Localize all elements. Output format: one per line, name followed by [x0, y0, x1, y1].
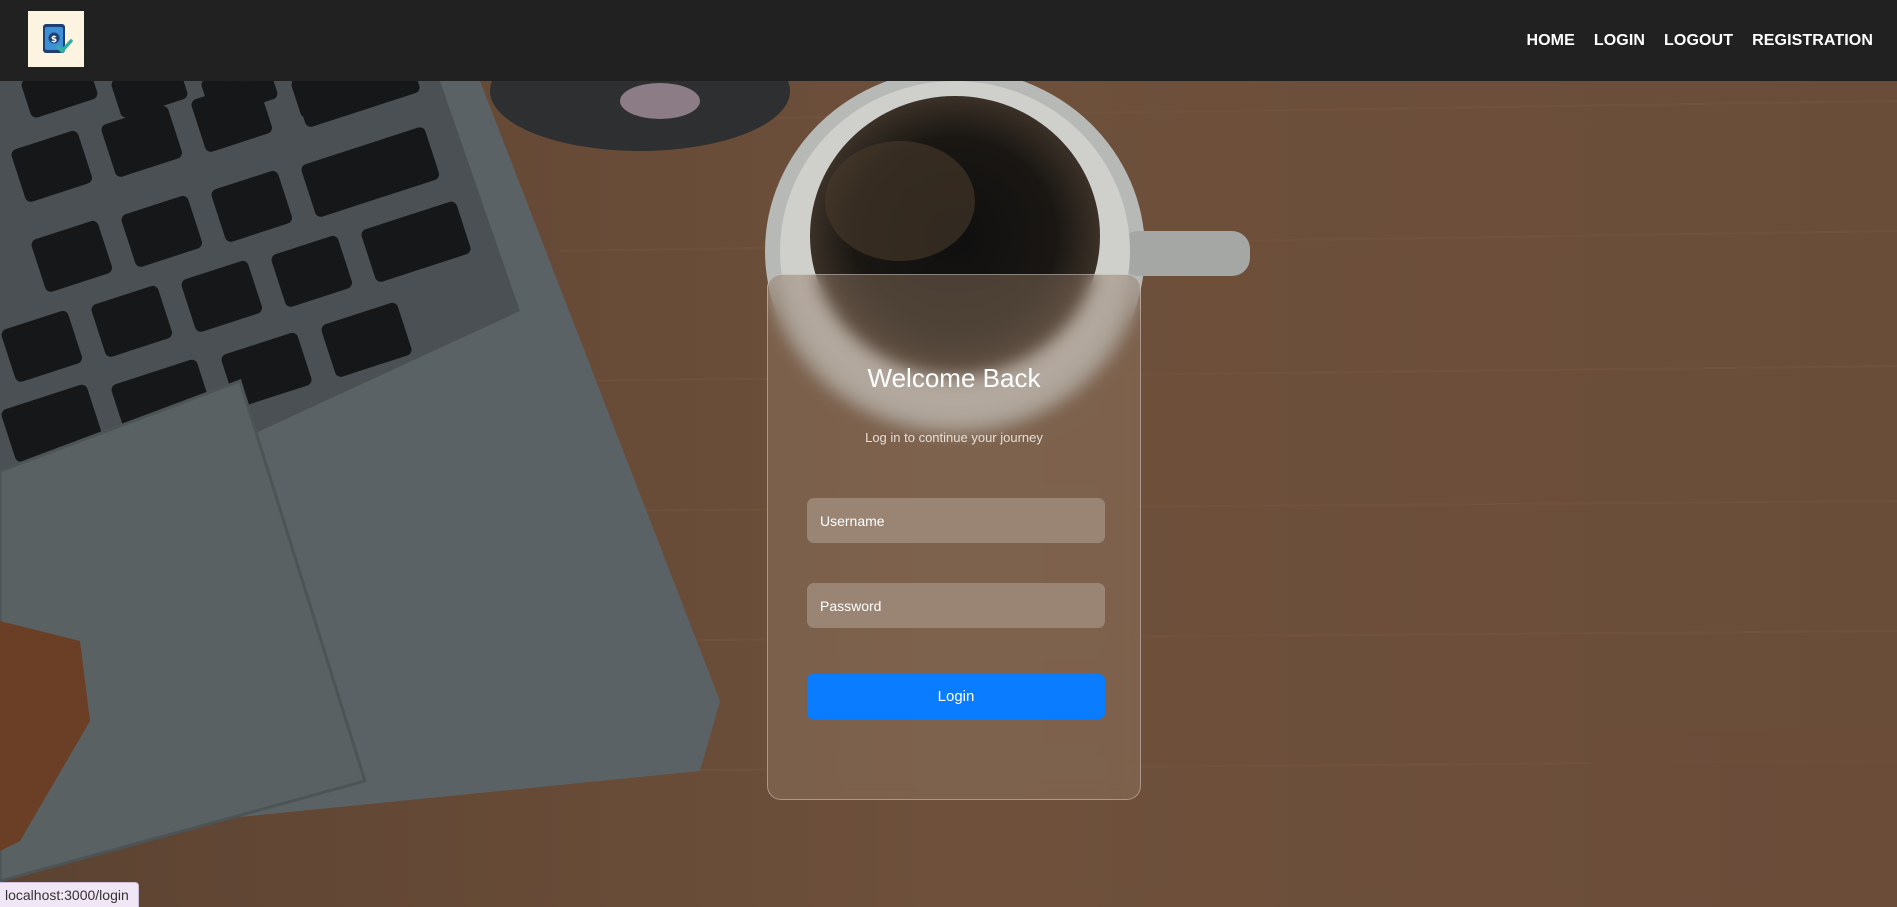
nav-logout-link[interactable]: LOGOUT — [1664, 32, 1733, 50]
login-card: Welcome Back Log in to continue your jou… — [767, 274, 1141, 800]
login-button[interactable]: Login — [807, 674, 1105, 719]
top-navbar: $ HOME LOGIN LOGOUT REGISTRATION — [0, 0, 1897, 81]
nav-home-link[interactable]: HOME — [1526, 32, 1574, 50]
nav-login-link[interactable]: LOGIN — [1594, 32, 1645, 50]
wallet-dollar-check-icon: $ — [43, 24, 73, 53]
login-title: Welcome Back — [867, 363, 1041, 393]
status-url-tooltip: localhost:3000/login — [0, 882, 139, 907]
nav-registration-link[interactable]: REGISTRATION — [1752, 32, 1873, 50]
app-logo[interactable]: $ — [28, 11, 84, 67]
svg-text:$: $ — [51, 35, 57, 45]
nav-links: HOME LOGIN LOGOUT REGISTRATION — [1526, 0, 1873, 81]
username-input[interactable] — [807, 498, 1105, 543]
login-subtitle: Log in to continue your journey — [865, 430, 1043, 445]
password-input[interactable] — [807, 583, 1105, 628]
